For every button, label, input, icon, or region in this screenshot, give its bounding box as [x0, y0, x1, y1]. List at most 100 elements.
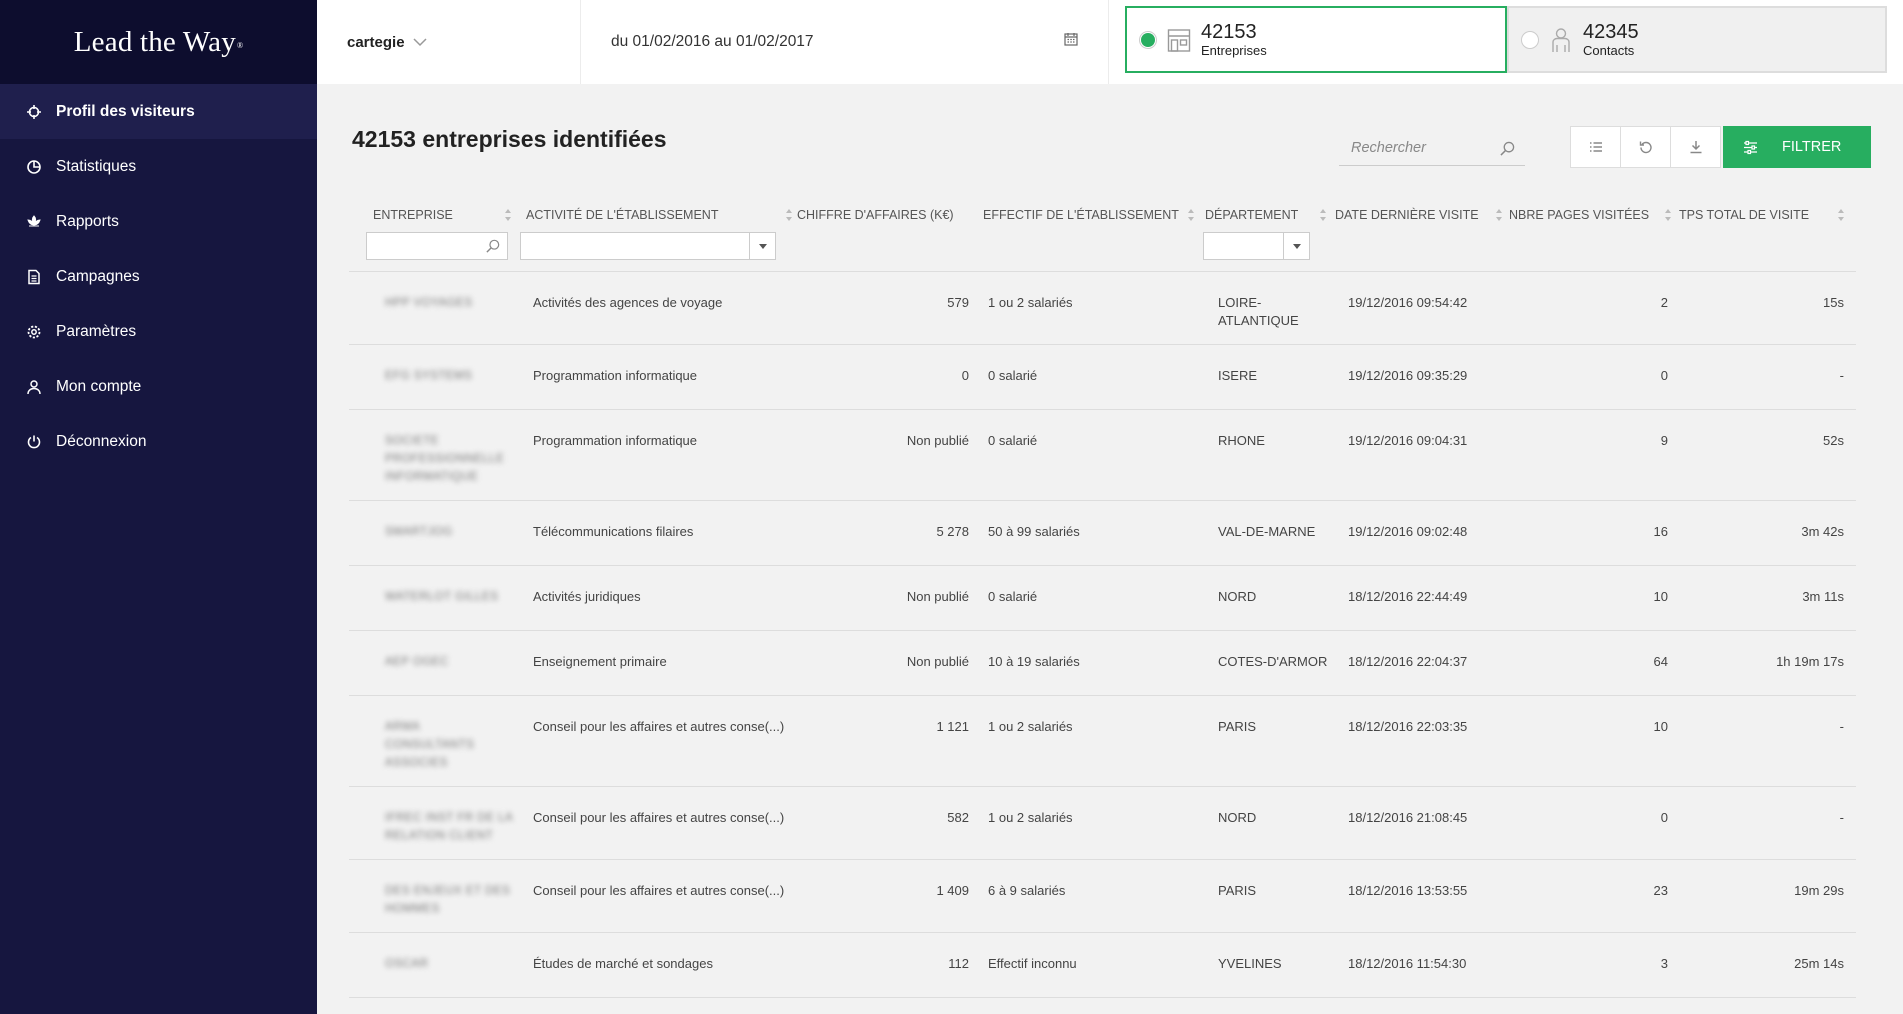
search-input[interactable]	[1351, 139, 1491, 156]
cell-effectif: 0 salarié	[988, 368, 1038, 383]
cell-effectif: 1 ou 2 salariés	[988, 719, 1073, 734]
column-header-pages[interactable]: NBRE PAGES VISITÉES	[1507, 194, 1677, 272]
contacts-counter-text: 42345 Contacts	[1583, 21, 1639, 58]
reset-button[interactable]	[1620, 126, 1671, 168]
user-icon	[26, 379, 42, 395]
topbar: cartegie du 01/02/2016 au 01/02/2017 421…	[317, 0, 1903, 84]
table-row[interactable]: EFG SYSTEMS Programmation informatique 0…	[349, 345, 1856, 410]
activite-filter-select[interactable]	[520, 232, 776, 260]
title-rest: identifiées	[552, 126, 667, 152]
column-label: ENTREPRISE	[373, 208, 453, 222]
cell-date: 19/12/2016 09:54:42	[1348, 295, 1468, 310]
cell-activite: Programmation informatique	[533, 433, 698, 448]
date-range-text: du 01/02/2016 au 01/02/2017	[611, 33, 814, 50]
cell-tps: 3m 42s	[1801, 524, 1844, 539]
sidebar-item-mon-compte[interactable]: Mon compte	[0, 359, 317, 414]
sort-icon[interactable]	[1495, 208, 1503, 222]
cell-pages: 16	[1653, 524, 1668, 539]
table-body: HPP VOYAGES Activités des agences de voy…	[349, 272, 1856, 998]
cell-effectif: 1 ou 2 salariés	[988, 295, 1073, 310]
sort-icon[interactable]	[785, 208, 793, 222]
list-view-button[interactable]	[1570, 126, 1621, 168]
cell-entreprise[interactable]: DES ENJEUX ET DES HOMMES	[385, 882, 515, 918]
entreprises-radio[interactable]	[1139, 30, 1157, 49]
table-row[interactable]: HPP VOYAGES Activités des agences de voy…	[349, 272, 1856, 345]
table-row[interactable]: SMARTJOG Télécommunications filaires 5 2…	[349, 501, 1856, 566]
table-row[interactable]: OSCAR Études de marché et sondages 112 E…	[349, 933, 1856, 998]
column-header-entreprise[interactable]: ENTREPRISE	[349, 194, 515, 272]
cell-effectif: 1 ou 2 salariés	[988, 810, 1073, 825]
cell-pages: 3	[1660, 956, 1668, 971]
list-icon	[1589, 142, 1602, 152]
sidebar-item-parametres[interactable]: Paramètres	[0, 304, 317, 359]
sidebar-item-rapports[interactable]: Rapports	[0, 194, 317, 249]
cell-departement: VAL-DE-MARNE	[1218, 524, 1316, 539]
logo-mark: ®	[236, 40, 244, 50]
cell-activite: Conseil pour les affaires et autres cons…	[533, 810, 785, 825]
table-row[interactable]: WATERLOT GILLES Activités juridiques Non…	[349, 566, 1856, 631]
sort-icon[interactable]	[504, 208, 512, 222]
sidebar-item-label: Statistiques	[56, 157, 137, 175]
cell-entreprise[interactable]: EFG SYSTEMS	[385, 367, 505, 385]
main-content: 42153 entreprises identifiées FILTRER EN…	[317, 84, 1903, 1014]
cell-activite: Programmation informatique	[533, 368, 698, 383]
account-selector[interactable]: cartegie	[317, 0, 581, 84]
column-header-tps[interactable]: TPS TOTAL DE VISITE	[1677, 194, 1856, 272]
cell-tps: 1h 19m 17s	[1776, 654, 1844, 669]
sort-icon[interactable]	[1837, 208, 1845, 222]
cell-date: 18/12/2016 22:04:37	[1348, 654, 1468, 669]
contacts-radio[interactable]	[1521, 30, 1539, 49]
cell-entreprise[interactable]: SMARTJOG	[385, 523, 505, 541]
sidebar-item-statistiques[interactable]: Statistiques	[0, 139, 317, 194]
cell-entreprise[interactable]: WATERLOT GILLES	[385, 588, 515, 606]
column-header-date[interactable]: DATE DERNIÈRE VISITE	[1333, 194, 1507, 272]
date-range-picker[interactable]: du 01/02/2016 au 01/02/2017	[581, 0, 1109, 84]
cell-entreprise[interactable]: ARMA CONSULTANTS ASSOCIES	[385, 718, 495, 772]
column-header-chiffre-affaires[interactable]: CHIFFRE D'AFFAIRES (K€)	[795, 194, 981, 272]
sort-icon[interactable]	[1319, 208, 1327, 222]
cell-departement: NORD	[1218, 810, 1257, 825]
cell-ca: 579	[947, 295, 969, 310]
calendar-icon[interactable]	[1064, 32, 1078, 46]
cell-effectif: 6 à 9 salariés	[988, 883, 1066, 898]
sort-icon[interactable]	[1664, 208, 1672, 222]
cell-pages: 10	[1653, 589, 1668, 604]
cell-entreprise[interactable]: OSCAR	[385, 955, 505, 973]
sidebar-item-campagnes[interactable]: Campagnes	[0, 249, 317, 304]
table-row[interactable]: ARMA CONSULTANTS ASSOCIES Conseil pour l…	[349, 696, 1856, 787]
table-row[interactable]: AEP OGEC Enseignement primaire Non publi…	[349, 631, 1856, 696]
app-logo[interactable]: Lead the Way ®	[0, 0, 317, 84]
entreprises-counter[interactable]: 42153 Entreprises	[1125, 6, 1507, 73]
column-header-effectif[interactable]: EFFECTIF DE L'ÉTABLISSEMENT	[981, 194, 1203, 272]
download-button[interactable]	[1670, 126, 1721, 168]
cell-activite: Conseil pour les affaires et autres cons…	[533, 883, 785, 898]
table-row[interactable]: SOCIETE PROFESSIONNELLE INFORMATIQUE Pro…	[349, 410, 1856, 501]
chevron-down-icon	[413, 38, 427, 47]
departement-filter-select[interactable]	[1203, 232, 1310, 260]
search-icon	[486, 239, 500, 253]
sidebar-item-profil-des-visiteurs[interactable]: Profil des visiteurs	[0, 84, 317, 139]
table-row[interactable]: DES ENJEUX ET DES HOMMES Conseil pour le…	[349, 860, 1856, 933]
contacts-counter[interactable]: 42345 Contacts	[1507, 6, 1887, 73]
filter-button[interactable]: FILTRER	[1723, 126, 1871, 168]
entreprise-filter-input[interactable]	[366, 232, 508, 260]
column-header-activite[interactable]: ACTIVITÉ DE L'ÉTABLISSEMENT	[515, 194, 795, 272]
cell-activite: Activités des agences de voyage	[533, 295, 723, 310]
cell-entreprise[interactable]: HPP VOYAGES	[385, 294, 505, 312]
sidebar-item-deconnexion[interactable]: Déconnexion	[0, 414, 317, 469]
table-row[interactable]: IFREC INST FR DE LA RELATION CLIENT Cons…	[349, 787, 1856, 860]
cell-departement: LOIRE-ATLANTIQUE	[1218, 295, 1299, 328]
cell-departement: PARIS	[1218, 883, 1257, 898]
column-label: CHIFFRE D'AFFAIRES (K€)	[797, 208, 954, 222]
sort-icon[interactable]	[1187, 208, 1195, 222]
cell-date: 18/12/2016 22:44:49	[1348, 589, 1468, 604]
entreprises-label: Entreprises	[1201, 43, 1267, 58]
chevron-down-icon	[749, 233, 775, 259]
cell-entreprise[interactable]: AEP OGEC	[385, 653, 505, 671]
cell-entreprise[interactable]: SOCIETE PROFESSIONNELLE INFORMATIQUE	[385, 432, 510, 486]
cell-date: 18/12/2016 11:54:30	[1348, 956, 1467, 971]
cell-entreprise[interactable]: IFREC INST FR DE LA RELATION CLIENT	[385, 809, 515, 845]
refresh-icon	[1639, 141, 1652, 154]
column-header-departement[interactable]: DÉPARTEMENT	[1203, 194, 1333, 272]
search-icon[interactable]	[1500, 141, 1515, 156]
